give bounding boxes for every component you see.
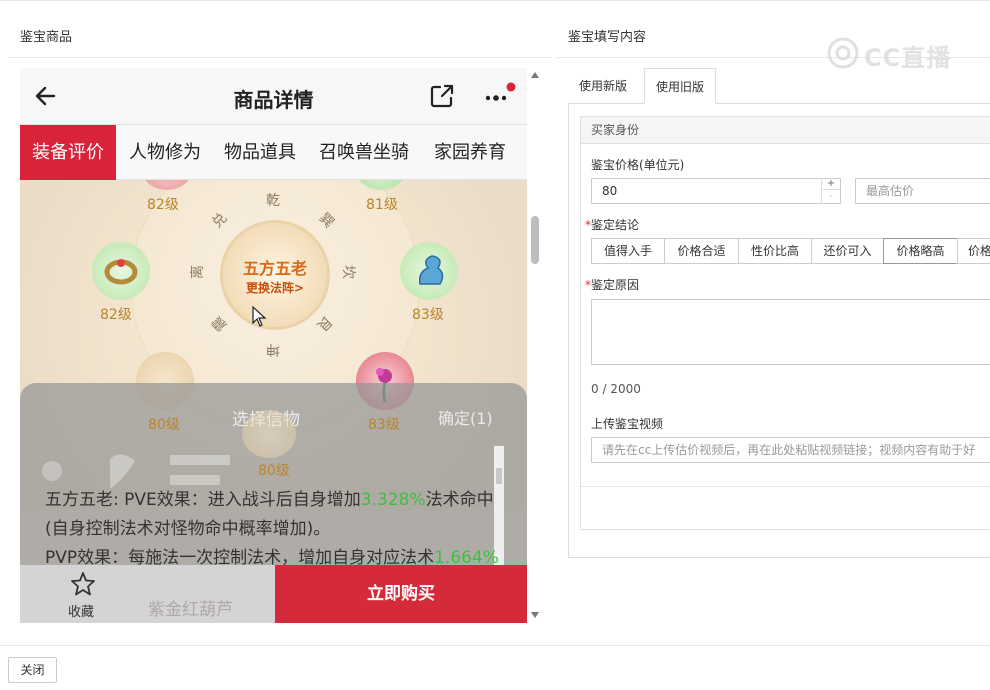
tab-home[interactable]: 家园养育 [425,125,515,180]
item-slot-vase[interactable] [400,242,458,300]
left-divider [8,57,552,58]
desc-text: 五方五老: PVE效果：进入战斗后自身增加 [45,490,361,510]
scroll-up-arrow-icon[interactable] [531,72,539,78]
scroll-down-arrow-icon[interactable] [531,612,539,618]
conclusion-option[interactable]: 值得入手 [591,238,665,264]
jade-ring-icon [104,259,138,285]
item-slot-empty-bottom[interactable] [242,410,296,458]
video-label: 上传鉴宝视频 [591,417,664,431]
right-panel-title: 鉴宝填写内容 [568,30,647,45]
char-counter: 0 / 2000 [591,382,641,396]
reason-label-text: 鉴定原因 [591,278,640,292]
product-detail-screen: 商品详情 装备评价 人物修为 物品道具 召唤兽坐骑 家园养育 乾 巽 坎 艮 坤… [20,68,527,623]
close-button[interactable]: 关闭 [8,657,57,683]
increment-icon[interactable]: + [822,178,840,190]
phone-scrollbar[interactable] [528,68,542,623]
tab-new-version[interactable]: 使用新版 [568,68,638,104]
tab-pets-mounts[interactable]: 召唤兽坐骑 [312,125,416,180]
level-label: 80级 [148,417,180,433]
level-label: 80级 [258,463,290,479]
scrollbar-thumb[interactable] [531,216,539,264]
tab-character[interactable]: 人物修为 [120,125,210,180]
formation-center-button[interactable]: 五方五老 更换法阵> [220,220,330,330]
description-line-2: (自身控制法术对怪物命中概率增加)。 [45,519,331,539]
price-value: 80 [602,184,618,198]
tab-equipment-review[interactable]: 装备评价 [20,125,116,180]
tab-old-version[interactable]: 使用旧版 [644,68,717,104]
decrement-icon[interactable]: - [822,191,840,203]
conclusion-option[interactable]: 还价可入 [811,238,884,264]
desc-text: 法术命中 [425,490,494,510]
overlay-scrollbar-thumb[interactable] [496,468,502,484]
description-line-1: 五方五老: PVE效果：进入战斗后自身增加3.328%法术命中 [45,486,527,515]
form-section-divider [581,486,990,487]
trigram-kan: 坎 [340,265,356,279]
section-title: 买家身份 [581,117,990,144]
formation-name: 五方五老 [242,259,307,278]
price-stepper[interactable]: + - [821,178,840,204]
video-link-placeholder: 请先在cc上传估价视频后，再在此处粘贴视频链接；视频内容有助于好 [602,443,976,457]
top-border [0,0,990,3]
video-link-input[interactable]: 请先在cc上传估价视频后，再在此处粘贴视频链接；视频内容有助于好 [591,437,990,463]
trigram-kun: 坤 [266,341,280,357]
level-label: 82级 [147,197,179,213]
overlay-confirm-button[interactable]: 确定(1) [438,405,493,429]
max-estimate-input[interactable]: 最高估价 [855,178,990,204]
desc-value: 3.328% [360,490,426,510]
conclusion-option[interactable]: 价格 [957,238,990,264]
mouse-cursor-icon [252,306,267,327]
level-label: 81级 [366,197,398,213]
category-tabs: 装备评价 人物修为 物品道具 召唤兽坐骑 家园养育 [20,125,527,180]
conclusion-option[interactable]: 价格略高 [883,238,958,264]
level-label: 82级 [100,307,132,323]
form-version-tabs: 使用新版 使用旧版 [568,68,990,104]
bottom-action-bar: 收藏 紫金红葫芦 立即购买 [20,565,527,623]
conclusion-option[interactable]: 价格合适 [664,238,739,264]
favorite-label: 收藏 [68,605,95,620]
price-label: 鉴宝价格(单位元) [591,158,685,172]
trigram-li: 离 [190,265,206,279]
conclusion-option[interactable]: 性价比高 [738,238,812,264]
level-label: 83级 [412,307,444,323]
conclusion-label: *鉴定结论 [585,218,640,232]
background-item-name: 紫金红葫芦 [148,600,233,620]
tab-items[interactable]: 物品道具 [215,125,305,180]
formation-description: 五方五老: PVE效果：进入战斗后自身增加3.328%法术命中 (自身控制法术对… [45,486,527,573]
reason-textarea[interactable] [591,299,990,365]
left-panel-title: 鉴宝商品 [20,30,73,45]
reason-label: *鉴定原因 [585,278,640,292]
buy-now-button[interactable]: 立即购买 [275,565,527,623]
item-slot-ring[interactable] [92,242,150,300]
favorite-button[interactable]: 收藏 紫金红葫芦 [20,565,275,623]
star-icon [71,572,95,596]
watermark-logo-icon [827,37,859,69]
more-menu-icon[interactable] [482,82,516,110]
conclusion-label-text: 鉴定结论 [591,218,640,232]
footer-divider [0,645,990,646]
price-input[interactable]: 80 [591,178,841,204]
water-vase-icon [418,255,444,285]
max-estimate-placeholder: 最高估价 [866,184,915,198]
phone-header: 商品详情 [20,68,527,125]
trigram-qian: 乾 [266,193,280,209]
switch-formation-link: 更换法阵> [245,281,305,295]
share-icon[interactable] [428,82,456,110]
level-label: 83级 [368,417,400,433]
